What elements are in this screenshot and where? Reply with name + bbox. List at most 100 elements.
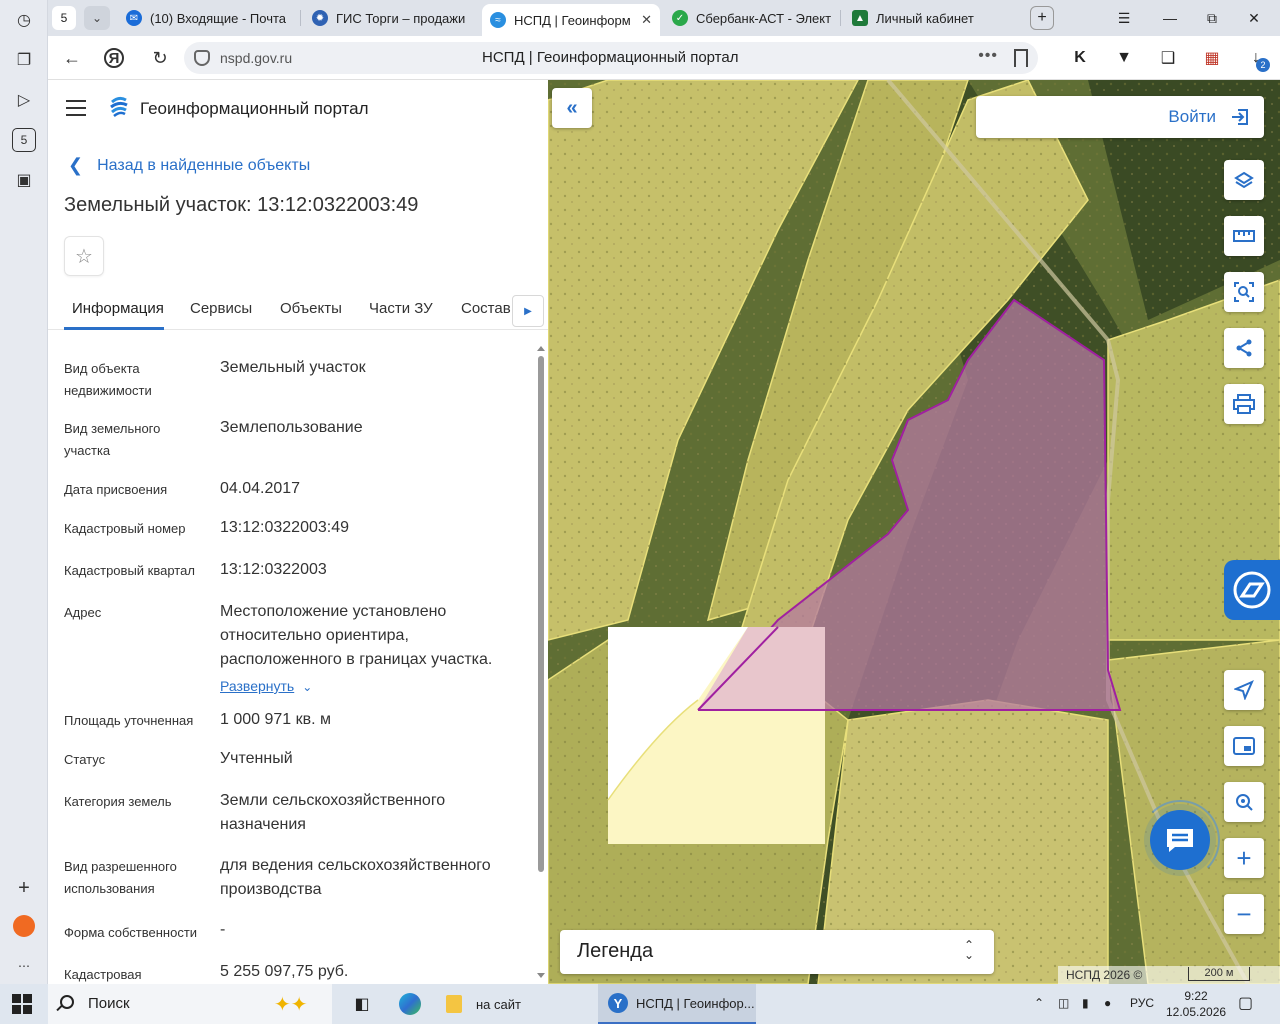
zoom-in-button[interactable]: + — [1224, 838, 1264, 878]
favorite-star-button[interactable]: ☆ — [64, 236, 104, 276]
scroll-up-arrow[interactable] — [537, 346, 545, 351]
property-value: 1 000 971 кв. м — [220, 711, 332, 728]
property-label: Кадастровая — [64, 967, 142, 982]
layers-button[interactable] — [1224, 160, 1264, 200]
taskbar-item-label: на сайт — [476, 996, 521, 1012]
property-label: Кадастровый номер — [64, 521, 186, 536]
url-field[interactable]: nspd.gov.ru НСПД | Геоинформационный пор… — [184, 42, 1038, 74]
mail-app-icon[interactable] — [12, 914, 36, 938]
windows-taskbar: Поиск ✦✦ ◧ на сайт Y НСПД | Геоинфор... … — [0, 984, 1280, 1024]
video-icon[interactable]: ▷ — [12, 88, 36, 112]
expand-collapse-icon[interactable]: ⌃ ⌄ — [964, 939, 974, 961]
tab-parts[interactable]: Части ЗУ — [369, 300, 433, 317]
tab-composition[interactable]: Состав — [461, 300, 511, 317]
login-icon — [1232, 109, 1248, 125]
tab-services[interactable]: Сервисы — [190, 300, 252, 317]
task-view-icon[interactable]: ◧ — [350, 992, 374, 1016]
system-clock[interactable]: 9:22 12.05.2026 — [1166, 988, 1226, 1020]
kaspersky-icon[interactable]: K — [1068, 46, 1092, 70]
taskbar-item-label: НСПД | Геоинфор... — [636, 995, 755, 1011]
pdf-icon[interactable]: ▦ — [1200, 46, 1224, 70]
property-value: Земли сельскохозяйственного назначения — [220, 792, 446, 833]
yandex-icon[interactable]: Я — [104, 48, 124, 68]
scroll-down-arrow[interactable] — [537, 973, 545, 978]
download-icon[interactable]: ↓ 2 — [1244, 46, 1270, 72]
notifications-icon[interactable]: ▢ — [1238, 993, 1253, 1013]
mail-icon: ✉ — [126, 10, 142, 26]
tabs-next-button[interactable]: ▶ — [512, 295, 544, 327]
microphone-icon[interactable]: ● — [1104, 996, 1111, 1010]
tab-information[interactable]: Информация — [72, 300, 164, 317]
taskbar-item-browser[interactable]: Y НСПД | Геоинфор... — [598, 984, 756, 1024]
screenshot-icon[interactable]: ▣ — [12, 168, 36, 192]
more-icon[interactable]: ••• — [978, 47, 998, 65]
new-tab-button[interactable]: + — [1030, 6, 1054, 30]
property-label: Форма собственности — [64, 925, 198, 940]
page-title: НСПД | Геоинформационный портал — [482, 49, 739, 66]
close-window-button[interactable]: ✕ — [1242, 6, 1266, 30]
portal-title: Геоинформационный портал — [140, 99, 369, 118]
back-arrow-icon[interactable]: ← — [60, 46, 84, 70]
chevron-down-icon[interactable]: ⌄ — [302, 675, 312, 699]
chevron-down-icon[interactable]: ⌄ — [84, 6, 110, 30]
panel-scrollbar[interactable] — [536, 346, 546, 982]
search-location-button[interactable] — [1224, 782, 1264, 822]
login-button[interactable]: Войти — [976, 96, 1264, 138]
zoom-out-button[interactable]: − — [1224, 894, 1264, 934]
property-value: 13:12:0322003:49 — [220, 519, 350, 536]
property-label: Вид объекта недвижимости — [64, 361, 152, 398]
reload-icon[interactable]: ↻ — [148, 46, 172, 70]
more-icon[interactable]: ⋯ — [12, 954, 36, 978]
history-icon[interactable]: ◷ — [12, 8, 36, 32]
print-icon — [1233, 394, 1255, 414]
tab-label: ГИС Торги – продажи — [336, 10, 466, 26]
scrollbar-thumb[interactable] — [538, 356, 544, 872]
language-indicator[interactable]: РУС — [1130, 996, 1154, 1010]
ruler-button[interactable] — [1224, 216, 1264, 256]
taskbar-search[interactable]: Поиск ✦✦ — [48, 984, 332, 1024]
chat-button[interactable] — [1150, 810, 1210, 870]
collapse-panel-button[interactable]: « — [552, 88, 592, 128]
nspd-icon: ≈ — [490, 12, 506, 28]
tab-sberbank[interactable]: ✓ Сбербанк-АСТ - Элект — [664, 4, 836, 32]
close-icon[interactable]: ✕ — [641, 12, 652, 28]
gosuslugi-side-tab[interactable] — [1224, 560, 1280, 620]
locate-button[interactable] — [1224, 670, 1264, 710]
battery-icon[interactable]: ▮ — [1082, 996, 1089, 1010]
collections-icon[interactable]: ❐ — [12, 48, 36, 72]
minimize-button[interactable]: — — [1158, 6, 1182, 30]
tab-cabinet[interactable]: ▲ Личный кабинет — [844, 4, 1014, 32]
portal-logo-icon — [110, 96, 128, 117]
select-area-button[interactable] — [1224, 272, 1264, 312]
menu-icon[interactable]: ☰ — [1112, 6, 1136, 30]
double-chevron-left-icon: « — [566, 96, 578, 119]
share-button[interactable] — [1224, 328, 1264, 368]
layers-icon — [1234, 171, 1254, 189]
tab-nspd[interactable]: ≈ НСПД | Геоинформ ✕ — [482, 4, 660, 36]
property-label: Вид разрешенного использования — [64, 859, 177, 896]
taskbar-item-folder[interactable]: на сайт — [440, 984, 590, 1024]
network-icon[interactable]: ◫ — [1058, 996, 1069, 1010]
property-value: 04.04.2017 — [220, 480, 301, 497]
tab-mail[interactable]: ✉ (10) Входящие - Почта — [118, 4, 296, 32]
bookmark-icon[interactable] — [1014, 49, 1028, 67]
tray-expand-icon[interactable]: ⌃ — [1034, 996, 1044, 1010]
map-view[interactable]: « Войти + − Легенда ⌃ ⌄ НСПД 2026 © 200 … — [548, 80, 1280, 984]
legend-panel[interactable]: Легенда ⌃ ⌄ — [560, 930, 994, 974]
minimap-button[interactable] — [1224, 726, 1264, 766]
tab-count-icon[interactable]: 5 — [12, 128, 36, 152]
add-panel-icon[interactable]: + — [12, 876, 36, 900]
edge-icon[interactable] — [398, 992, 422, 1016]
tab-gis-torgi[interactable]: ✹ ГИС Торги – продажи — [304, 4, 476, 32]
print-button[interactable] — [1224, 384, 1264, 424]
extensions-icon[interactable]: ❑ — [1156, 46, 1180, 70]
expand-link[interactable]: Развернуть — [220, 674, 294, 698]
active-tab-indicator — [64, 327, 164, 330]
restore-button[interactable]: ⧉ — [1200, 6, 1224, 30]
windows-start-icon[interactable] — [12, 994, 32, 1014]
tab-counter[interactable]: 5 — [52, 6, 76, 30]
hamburger-menu-icon[interactable] — [66, 100, 86, 116]
back-to-results-link[interactable]: ❮ Назад в найденные объекты — [68, 155, 310, 176]
tab-objects[interactable]: Объекты — [280, 300, 342, 317]
vpn-icon[interactable]: ▼ — [1112, 46, 1136, 70]
